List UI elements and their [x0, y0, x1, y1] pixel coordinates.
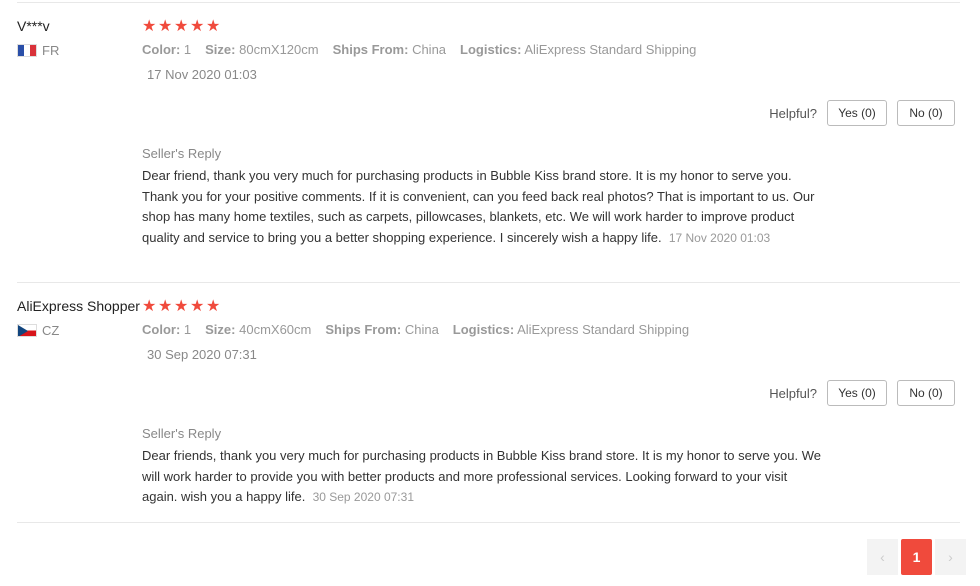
star-icon: ★: [158, 16, 173, 35]
star-icon: ★: [142, 296, 157, 315]
seller-reply-text: Dear friends, thank you very much for pu…: [142, 448, 821, 504]
product-properties: Color: 1 Size: 80cmX120cm Ships From: Ch…: [142, 42, 696, 57]
page-1-button[interactable]: 1: [901, 539, 932, 575]
seller-reply-body: Dear friends, thank you very much for pu…: [142, 446, 822, 508]
divider: [17, 522, 960, 523]
france-flag-icon: [17, 44, 37, 57]
prev-page-button[interactable]: ‹: [867, 539, 898, 575]
helpful-label: Helpful?: [769, 385, 817, 401]
star-icon: ★: [142, 16, 157, 35]
star-icon: ★: [174, 16, 189, 35]
star-icon: ★: [190, 16, 205, 35]
divider: [17, 2, 960, 3]
reviewer-country: FR: [17, 43, 59, 58]
size-value: 80cmX120cm: [239, 42, 319, 57]
next-page-button[interactable]: ›: [935, 539, 966, 575]
ships-from-value: China: [412, 42, 447, 57]
seller-reply-date: 30 Sep 2020 07:31: [312, 490, 414, 504]
helpful-yes-button[interactable]: Yes (0): [827, 380, 887, 406]
reviewer-name: V***v: [17, 18, 50, 34]
reviewer-country: CZ: [17, 323, 59, 338]
star-rating: ★ ★ ★ ★ ★: [142, 18, 221, 34]
ships-from-key: Ships From:: [332, 42, 409, 57]
country-code: FR: [42, 43, 60, 58]
logistics-key: Logistics:: [452, 322, 515, 337]
star-icon: ★: [158, 296, 173, 315]
seller-reply-title: Seller's Reply: [142, 146, 222, 161]
size-key: Size:: [205, 322, 236, 337]
logistics-key: Logistics:: [460, 42, 522, 57]
pagination: ‹ 1 ›: [867, 539, 966, 575]
ships-from-value: China: [404, 322, 439, 337]
star-icon: ★: [206, 16, 221, 35]
color-value: 1: [183, 42, 192, 57]
seller-reply: Seller's Reply Dear friend, thank you ve…: [142, 146, 822, 248]
size-key: Size:: [205, 42, 236, 57]
helpful-no-button[interactable]: No (0): [897, 100, 955, 126]
review-date: 30 Sep 2020 07:31: [147, 347, 257, 362]
logistics-value: AliExpress Standard Shipping: [524, 42, 697, 57]
helpful-vote: Helpful? Yes (0) No (0): [769, 100, 955, 126]
helpful-yes-button[interactable]: Yes (0): [827, 100, 887, 126]
product-properties: Color: 1 Size: 40cmX60cm Ships From: Chi…: [142, 322, 689, 337]
logistics-value: AliExpress Standard Shipping: [517, 322, 690, 337]
color-key: Color:: [142, 322, 181, 337]
star-icon: ★: [190, 296, 205, 315]
seller-reply: Seller's Reply Dear friends, thank you v…: [142, 426, 822, 508]
seller-reply-date: 17 Nov 2020 01:03: [668, 230, 771, 245]
helpful-vote: Helpful? Yes (0) No (0): [769, 380, 955, 406]
seller-reply-body: Dear friend, thank you very much for pur…: [142, 166, 822, 248]
czech-flag-icon: [17, 324, 37, 337]
star-rating: ★ ★ ★ ★ ★: [142, 298, 221, 314]
ships-from-key: Ships From:: [325, 322, 402, 337]
seller-reply-title: Seller's Reply: [142, 426, 222, 441]
color-value: 1: [183, 322, 192, 337]
star-icon: ★: [206, 296, 221, 315]
reviewer-name: AliExpress Shopper: [17, 298, 140, 314]
star-icon: ★: [174, 296, 189, 315]
country-code: CZ: [42, 323, 60, 338]
size-value: 40cmX60cm: [239, 322, 312, 337]
divider: [17, 282, 960, 283]
helpful-no-button[interactable]: No (0): [897, 380, 955, 406]
color-key: Color:: [142, 42, 181, 57]
helpful-label: Helpful?: [769, 105, 817, 121]
review-date: 17 Nov 2020 01:03: [147, 67, 257, 82]
